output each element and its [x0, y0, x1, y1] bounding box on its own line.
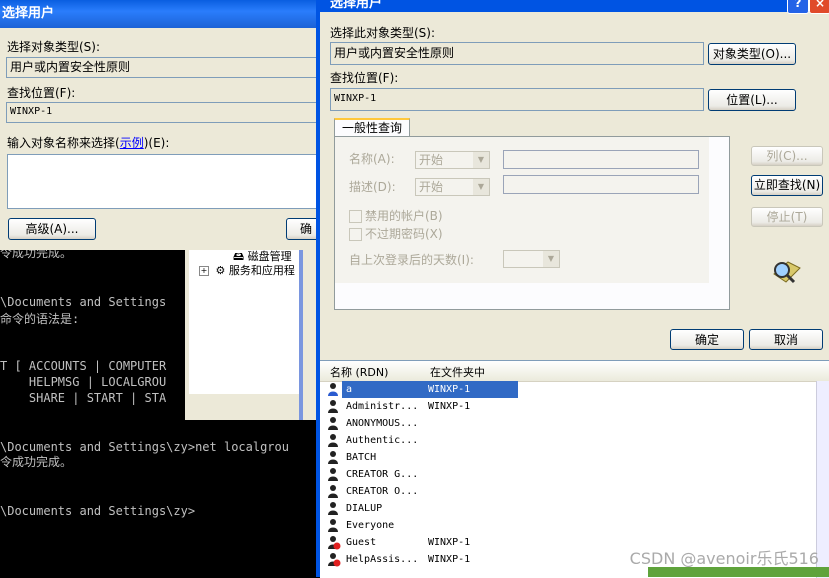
ok-button[interactable]: 确定	[670, 329, 744, 350]
console-line: \Documents and Settings\zy>	[0, 504, 196, 518]
console-line: \Documents and Settings\zy>net localgrou	[0, 440, 289, 454]
console-line: \Documents and Settings	[0, 295, 167, 309]
stop-button: 停止(T)	[751, 207, 823, 227]
row-folder: WINXP-1	[428, 554, 471, 565]
columns-button: 列(C)...	[751, 146, 823, 166]
label-part: )(E):	[143, 136, 170, 150]
chevron-down-icon: ▼	[543, 251, 559, 267]
tree-item-label: 服务和应用程	[228, 264, 295, 277]
user-icon	[326, 552, 341, 567]
console-line: SHARE | START | STA	[0, 391, 167, 405]
row-name: Everyone	[346, 520, 395, 531]
description-condition-combo: 开始 ▼	[415, 178, 490, 196]
row-name: Administr...	[346, 401, 419, 412]
object-type-field: 用户或内置安全性原则	[6, 57, 320, 78]
user-icon	[326, 382, 341, 397]
label-part: 输入对象名称来选择(	[7, 136, 120, 150]
dialog-title: 选择用户	[320, 0, 829, 12]
console-line: HELPMSG | LOCALGROU	[0, 375, 167, 389]
tree-item-services[interactable]: + ⚙ 服务和应用程	[199, 262, 295, 278]
combo-value: 开始	[419, 153, 444, 167]
help-button[interactable]: ?	[787, 0, 809, 14]
console-line: 令成功完成。	[0, 455, 73, 469]
row-folder: WINXP-1	[428, 384, 471, 395]
object-type-label: 选择对象类型(S):	[7, 40, 101, 54]
results-header: 名称 (RDN) 在文件夹中	[320, 361, 829, 382]
column-header-name[interactable]: 名称 (RDN)	[330, 364, 388, 380]
row-folder: WINXP-1	[428, 537, 471, 548]
days-since-logon-combo: ▼	[503, 250, 560, 268]
console-line: T [ ACCOUNTS | COMPUTER	[0, 359, 167, 373]
name-label: 名称(A):	[349, 152, 395, 166]
row-name: CREATOR G...	[346, 469, 419, 480]
find-now-button[interactable]: 立即查找(N)	[751, 175, 823, 196]
common-queries-panel: 名称(A): 开始 ▼ 描述(D): 开始 ▼ 禁用的帐户(B) 不过期密码(X) …	[334, 136, 730, 310]
row-name: Guest	[346, 537, 377, 548]
location-field: WINXP-1	[330, 88, 704, 111]
checkbox-box	[349, 228, 362, 241]
location-label: 查找位置(F):	[7, 86, 76, 100]
select-users-advanced-dialog: 选择用户 ? × 选择此对象类型(S): 用户或内置安全性原则 对象类型(O).…	[316, 0, 829, 578]
row-name: BATCH	[346, 452, 377, 463]
window-border	[299, 244, 303, 420]
object-type-label: 选择此对象类型(S):	[330, 26, 436, 40]
description-label: 描述(D):	[349, 180, 396, 194]
row-name: HelpAssis...	[346, 554, 419, 565]
console-line: 命令的语法是:	[0, 312, 80, 326]
watermark: CSDN @avenoir乐氏516	[629, 549, 819, 568]
row-name: ANONYMOUS...	[346, 418, 419, 429]
expand-icon[interactable]: +	[199, 266, 209, 276]
row-folder: WINXP-1	[428, 401, 471, 412]
user-icon	[326, 535, 341, 550]
cancel-button[interactable]: 取消	[749, 329, 823, 350]
checkbox-label: 禁用的帐户(B)	[365, 209, 443, 223]
description-input	[503, 175, 699, 194]
search-users-icon	[770, 254, 804, 286]
name-condition-combo: 开始 ▼	[415, 151, 490, 169]
services-icon: ⚙	[215, 264, 226, 277]
advanced-button[interactable]: 高级(A)...	[8, 218, 96, 240]
select-users-dialog-back: 选择用户 选择对象类型(S): 用户或内置安全性原则 查找位置(F): WINX…	[0, 0, 326, 250]
user-icon	[326, 467, 341, 482]
desktop-background	[648, 567, 829, 577]
user-icon	[326, 450, 341, 465]
non-expiring-password-checkbox: 不过期密码(X)	[349, 225, 443, 242]
chevron-down-icon: ▼	[473, 152, 489, 168]
checkbox-label: 不过期密码(X)	[365, 227, 443, 241]
row-name: Authentic...	[346, 435, 419, 446]
column-header-folder[interactable]: 在文件夹中	[430, 364, 485, 380]
user-icon	[326, 484, 341, 499]
user-icon	[326, 518, 341, 533]
user-icon	[326, 416, 341, 431]
user-icon	[326, 433, 341, 448]
chevron-down-icon: ▼	[473, 179, 489, 195]
row-name: DIALUP	[346, 503, 383, 514]
location-label: 查找位置(F):	[330, 71, 399, 85]
name-input	[503, 150, 699, 169]
row-name: CREATOR O...	[346, 486, 419, 497]
tree-view: 🖴 磁盘管理 + ⚙ 服务和应用程	[189, 244, 301, 394]
combo-value: 开始	[419, 180, 444, 194]
disabled-accounts-checkbox: 禁用的帐户(B)	[349, 207, 443, 224]
days-since-logon-label: 自上次登录后的天数(I):	[349, 253, 474, 267]
enter-names-label: 输入对象名称来选择(示例)(E):	[7, 134, 169, 151]
locations-button[interactable]: 位置(L)...	[708, 89, 796, 111]
user-icon	[326, 399, 341, 414]
object-names-input[interactable]	[7, 154, 320, 209]
object-type-field: 用户或内置安全性原则	[330, 42, 704, 65]
location-field: WINXP-1	[6, 102, 320, 123]
computer-management-pane: 🖴 磁盘管理 + ⚙ 服务和应用程	[185, 244, 320, 420]
checkbox-box	[349, 210, 362, 223]
row-name: a	[346, 384, 353, 395]
dialog-title: 选择用户	[0, 0, 320, 28]
object-types-button[interactable]: 对象类型(O)...	[708, 43, 796, 65]
user-icon	[326, 501, 341, 516]
examples-link[interactable]: 示例	[120, 136, 144, 150]
close-button[interactable]: ×	[809, 0, 829, 14]
